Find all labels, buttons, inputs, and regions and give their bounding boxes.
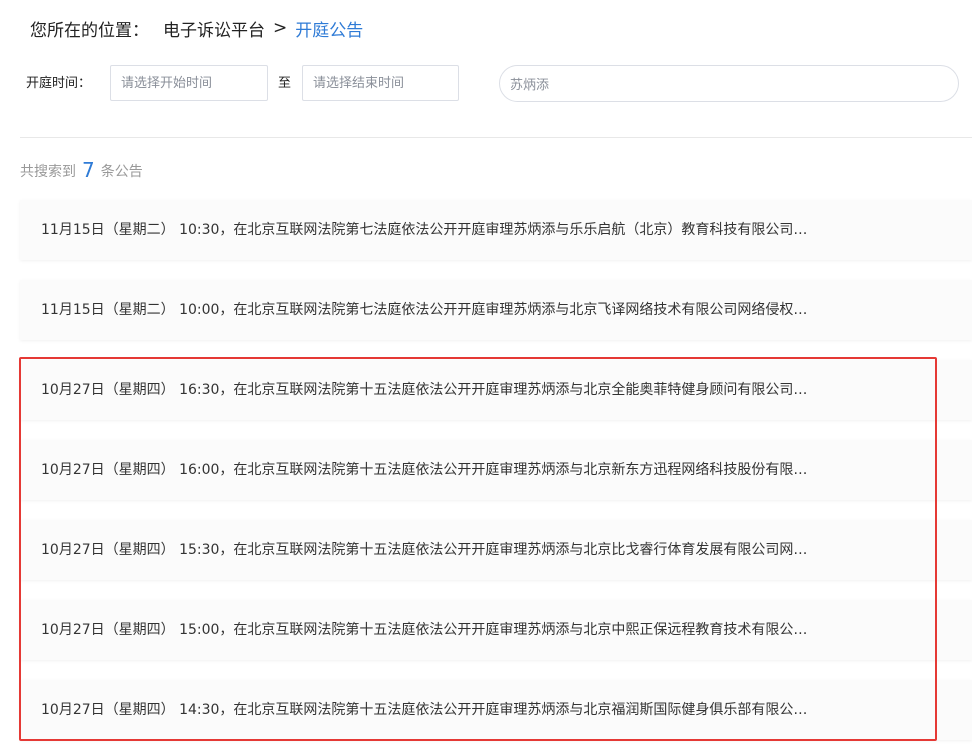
- breadcrumb-current[interactable]: 开庭公告: [295, 16, 363, 41]
- notice-text: 10月27日（星期四） 14:30，在北京互联网法院第十五法庭依法公开开庭审理苏…: [41, 702, 808, 718]
- result-suffix: 条公告: [100, 164, 143, 180]
- end-date-input[interactable]: [302, 65, 459, 101]
- start-date-input[interactable]: [110, 65, 268, 101]
- result-summary: 共搜索到 7 条公告: [20, 156, 143, 184]
- notice-text: 11月15日（星期二） 10:00，在北京互联网法院第七法庭依法公开开庭审理苏炳…: [41, 302, 808, 318]
- hearing-time-label: 开庭时间：: [26, 76, 92, 91]
- date-range-separator: 至: [278, 76, 292, 91]
- result-prefix: 共搜索到: [20, 164, 76, 180]
- notice-item[interactable]: 10月27日（星期四） 16:30，在北京互联网法院第十五法庭依法公开开庭审理苏…: [20, 360, 972, 420]
- notice-item[interactable]: 10月27日（星期四） 16:00，在北京互联网法院第十五法庭依法公开开庭审理苏…: [20, 440, 972, 500]
- notice-item[interactable]: 11月15日（星期二） 10:30，在北京互联网法院第七法庭依法公开开庭审理苏炳…: [20, 200, 972, 260]
- notice-text: 10月27日（星期四） 16:30，在北京互联网法院第十五法庭依法公开开庭审理苏…: [41, 382, 808, 398]
- notice-text: 10月27日（星期四） 15:00，在北京互联网法院第十五法庭依法公开开庭审理苏…: [41, 622, 808, 638]
- filter-bar: 开庭时间： 至: [0, 64, 972, 104]
- court-notice-page: 您所在的位置： 电子诉讼平台 > 开庭公告 开庭时间： 至 共搜索到 7 条公告 1…: [0, 0, 972, 756]
- notice-text: 10月27日（星期四） 15:30，在北京互联网法院第十五法庭依法公开开庭审理苏…: [41, 542, 808, 558]
- notice-item[interactable]: 11月15日（星期二） 10:00，在北京互联网法院第七法庭依法公开开庭审理苏炳…: [20, 280, 972, 340]
- notice-item[interactable]: 10月27日（星期四） 14:30，在北京互联网法院第十五法庭依法公开开庭审理苏…: [20, 680, 972, 740]
- notice-text: 10月27日（星期四） 16:00，在北京互联网法院第十五法庭依法公开开庭审理苏…: [41, 462, 808, 478]
- notice-item[interactable]: 10月27日（星期四） 15:30，在北京互联网法院第十五法庭依法公开开庭审理苏…: [20, 520, 972, 580]
- notice-item[interactable]: 10月27日（星期四） 15:00，在北京互联网法院第十五法庭依法公开开庭审理苏…: [20, 600, 972, 660]
- keyword-search-input[interactable]: [499, 65, 959, 102]
- breadcrumb-label: 您所在的位置：: [30, 20, 149, 41]
- notice-text: 11月15日（星期二） 10:30，在北京互联网法院第七法庭依法公开开庭审理苏炳…: [41, 222, 808, 238]
- result-count: 7: [82, 158, 95, 182]
- section-divider: [20, 137, 972, 138]
- breadcrumb-separator: >: [273, 18, 288, 38]
- breadcrumb: 您所在的位置： 电子诉讼平台 > 开庭公告: [30, 16, 363, 41]
- breadcrumb-root-link[interactable]: 电子诉讼平台: [163, 16, 265, 41]
